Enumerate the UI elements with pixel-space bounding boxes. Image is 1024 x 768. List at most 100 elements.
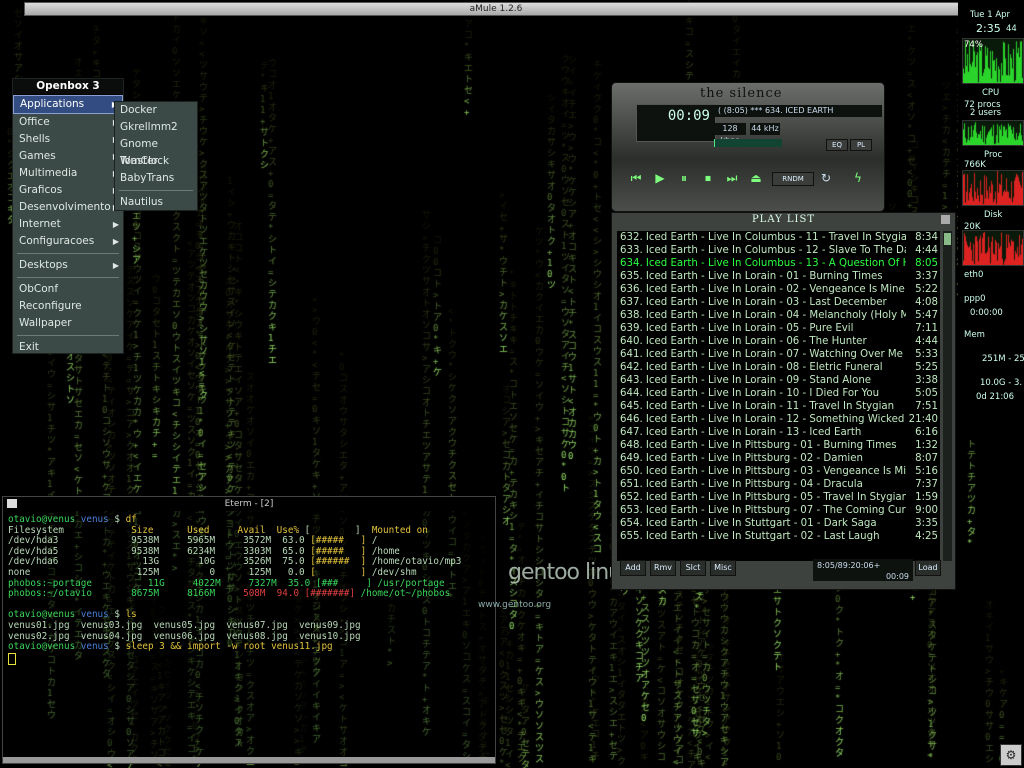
- menu-item-configuracoes[interactable]: Configuracoes ▶: [13, 233, 123, 250]
- playlist-row[interactable]: 635. Iced Earth - Live In Lorain - 01 - …: [617, 270, 940, 283]
- playlist-add-button[interactable]: Add: [620, 560, 646, 576]
- playlist-scrollbar[interactable]: [943, 231, 952, 561]
- menu-item-graficos[interactable]: Graficos▶: [13, 182, 123, 199]
- track-duration: 21:40: [908, 414, 938, 425]
- menu-item-applications[interactable]: Applications▶: [13, 95, 123, 114]
- playlist-row[interactable]: 640. Iced Earth - Live In Lorain - 06 - …: [617, 335, 940, 348]
- menu-item-wallpaper[interactable]: Wallpaper: [13, 315, 123, 332]
- track-duration: 8:05: [915, 258, 938, 269]
- playlist-button[interactable]: PL: [850, 139, 872, 151]
- seek-bar[interactable]: [714, 139, 782, 147]
- play-icon[interactable]: ▶: [650, 169, 670, 187]
- next-icon[interactable]: ⏭: [722, 169, 742, 187]
- playlist-rmv-button[interactable]: Rmv: [650, 560, 676, 576]
- menu-item-games[interactable]: Games▶: [13, 148, 123, 165]
- playlist-misc-button[interactable]: Misc: [710, 560, 736, 576]
- eterm-titlebar[interactable]: Eterm - [2]: [3, 497, 495, 511]
- playlist-row[interactable]: 655. Iced Earth - Live In Stuttgart - 02…: [617, 530, 940, 543]
- time-display[interactable]: 00:09: [636, 104, 716, 142]
- menu-item-multimedia[interactable]: Multimedia▶: [13, 165, 123, 182]
- eterm-window[interactable]: Eterm - [2] otavio@venus venus $ df File…: [2, 496, 496, 764]
- uptime: 0d 21:06: [976, 392, 1015, 402]
- menu-item-internet[interactable]: Internet ▶: [13, 216, 123, 233]
- playlist-row[interactable]: 632. Iced Earth - Live In Columbus - 11 …: [617, 231, 940, 244]
- playlist-row[interactable]: 637. Iced Earth - Live In Lorain - 03 - …: [617, 296, 940, 309]
- track-title: 647. Iced Earth - Live In Lorain - 13 - …: [620, 427, 862, 438]
- track-title: 636. Iced Earth - Live In Lorain - 02 - …: [620, 284, 905, 295]
- playlist-row[interactable]: 639. Iced Earth - Live In Lorain - 05 - …: [617, 322, 940, 335]
- eq-button[interactable]: EQ: [826, 139, 848, 151]
- playlist-row[interactable]: 651. Iced Earth - Live In Pittsburg - 04…: [617, 478, 940, 491]
- terminal-text: otavio@venus: [8, 609, 81, 621]
- submenu-item-gnome-toaster[interactable]: Gnome Toaster: [115, 136, 197, 167]
- playlist-row[interactable]: 649. Iced Earth - Live In Pittsburg - 02…: [617, 452, 940, 465]
- previous-icon[interactable]: ⏮: [626, 169, 646, 187]
- menu-item-shells[interactable]: Shells▶: [13, 131, 123, 148]
- gentoo-url: www.gentoo.org: [478, 600, 552, 610]
- terminal-output[interactable]: otavio@venus venus $ df Filesystem Size …: [8, 514, 495, 666]
- menu-item-office[interactable]: Office▶: [13, 114, 123, 131]
- playlist-row[interactable]: 634. Iced Earth - Live In Columbus - 13 …: [617, 257, 940, 270]
- track-title: 634. Iced Earth - Live In Columbus - 13 …: [620, 258, 906, 269]
- playlist-row[interactable]: 645. Iced Earth - Live In Lorain - 11 - …: [617, 400, 940, 413]
- menu-item-reconfigure[interactable]: Reconfigure: [13, 298, 123, 315]
- playlist-row[interactable]: 641. Iced Earth - Live In Lorain - 07 - …: [617, 348, 940, 361]
- menu-item-label: Office: [19, 116, 50, 128]
- playlist-row[interactable]: 653. Iced Earth - Live In Pittsburg - 07…: [617, 504, 940, 517]
- submenu-item-docker[interactable]: Docker: [115, 102, 197, 119]
- song-title-ticker[interactable]: ( (8:05) *** 634. ICED EARTH: [714, 105, 882, 117]
- window-title-bar[interactable]: aMule 1.2.6: [24, 2, 968, 16]
- playlist-row[interactable]: 650. Iced Earth - Live In Pittsburg - 03…: [617, 465, 940, 478]
- gk-date: Tue 1 Apr: [970, 10, 1011, 20]
- submenu-item-gkrellmm2[interactable]: Gkrellmm2: [115, 119, 197, 136]
- terminal-scrollbar[interactable]: [3, 757, 495, 763]
- stop-icon[interactable]: ⏹: [698, 169, 718, 187]
- menu-item-desktops[interactable]: Desktops ▶: [13, 257, 123, 274]
- pause-icon[interactable]: ⏸: [674, 169, 694, 187]
- playlist-row[interactable]: 638. Iced Earth - Live In Lorain - 04 - …: [617, 309, 940, 322]
- playlist-row[interactable]: 648. Iced Earth - Live In Pittsburg - 01…: [617, 439, 940, 452]
- playlist-row[interactable]: 643. Iced Earth - Live In Lorain - 09 - …: [617, 374, 940, 387]
- window-menu-icon[interactable]: [7, 499, 17, 508]
- terminal-text: /home/ot~/phobos: [355, 588, 451, 600]
- gk-clock: 2:35: [976, 22, 1001, 35]
- track-duration: 3:35: [915, 518, 938, 529]
- desktop-app-icon[interactable]: ⚙: [1000, 744, 1022, 766]
- playlist-row[interactable]: 642. Iced Earth - Live In Lorain - 08 - …: [617, 361, 940, 374]
- menu-item-label: Desktops: [19, 259, 68, 271]
- close-icon[interactable]: [941, 215, 950, 224]
- playlist-window: PLAY LIST 632. Iced Earth - Live In Colu…: [611, 212, 956, 590]
- terminal-text: /dev/hda3 9538M 5965M 3572M 63.0: [8, 535, 311, 547]
- terminal-text: $: [108, 609, 126, 621]
- submenu-item-nautilus[interactable]: Nautilus: [115, 194, 197, 211]
- playlist-row[interactable]: 654. Iced Earth - Live In Stuttgart - 01…: [617, 517, 940, 530]
- track-title: 641. Iced Earth - Live In Lorain - 07 - …: [620, 349, 903, 360]
- menu-item-label: Shells: [19, 133, 51, 145]
- playlist-load-button[interactable]: Load: [915, 560, 941, 576]
- terminal-text: otavio@venus: [8, 514, 81, 525]
- playlist-row[interactable]: 652. Iced Earth - Live In Pittsburg - 05…: [617, 491, 940, 504]
- submenu-item-wmclock[interactable]: WmClock: [115, 153, 197, 170]
- repeat-icon[interactable]: ↻: [816, 169, 836, 187]
- playlist-row[interactable]: 647. Iced Earth - Live In Lorain - 13 - …: [617, 426, 940, 439]
- playlist-row[interactable]: 636. Iced Earth - Live In Lorain - 02 - …: [617, 283, 940, 296]
- random-button[interactable]: RNDM: [772, 172, 814, 186]
- scroll-thumb[interactable]: [944, 233, 951, 245]
- playlist-row[interactable]: 633. Iced Earth - Live In Columbus - 12 …: [617, 244, 940, 257]
- playlist-row[interactable]: 646. Iced Earth - Live In Lorain - 12 - …: [617, 413, 940, 426]
- window-title: aMule 1.2.6: [469, 4, 523, 14]
- track-duration: 7:11: [915, 323, 938, 334]
- menu-separator: [119, 190, 193, 191]
- playlist-row[interactable]: 644. Iced Earth - Live In Lorain - 10 - …: [617, 387, 940, 400]
- menu-item-exit[interactable]: Exit: [13, 339, 123, 356]
- eject-icon[interactable]: ⏏: [746, 169, 766, 187]
- track-title: 646. Iced Earth - Live In Lorain - 12 - …: [620, 414, 906, 425]
- menu-item-obconf[interactable]: ObConf: [13, 281, 123, 298]
- lightning-icon[interactable]: ϟ: [848, 169, 868, 187]
- terminal-text: df: [125, 514, 137, 525]
- submenu-item-babytrans[interactable]: BabyTrans: [115, 170, 197, 187]
- track-title: 653. Iced Earth - Live In Pittsburg - 07…: [620, 505, 906, 516]
- menu-item-desenvolvimento[interactable]: Desenvolvimento▶: [13, 199, 123, 216]
- playlist-slct-button[interactable]: Slct: [680, 560, 706, 576]
- bitrate: 128 kbps: [714, 123, 746, 145]
